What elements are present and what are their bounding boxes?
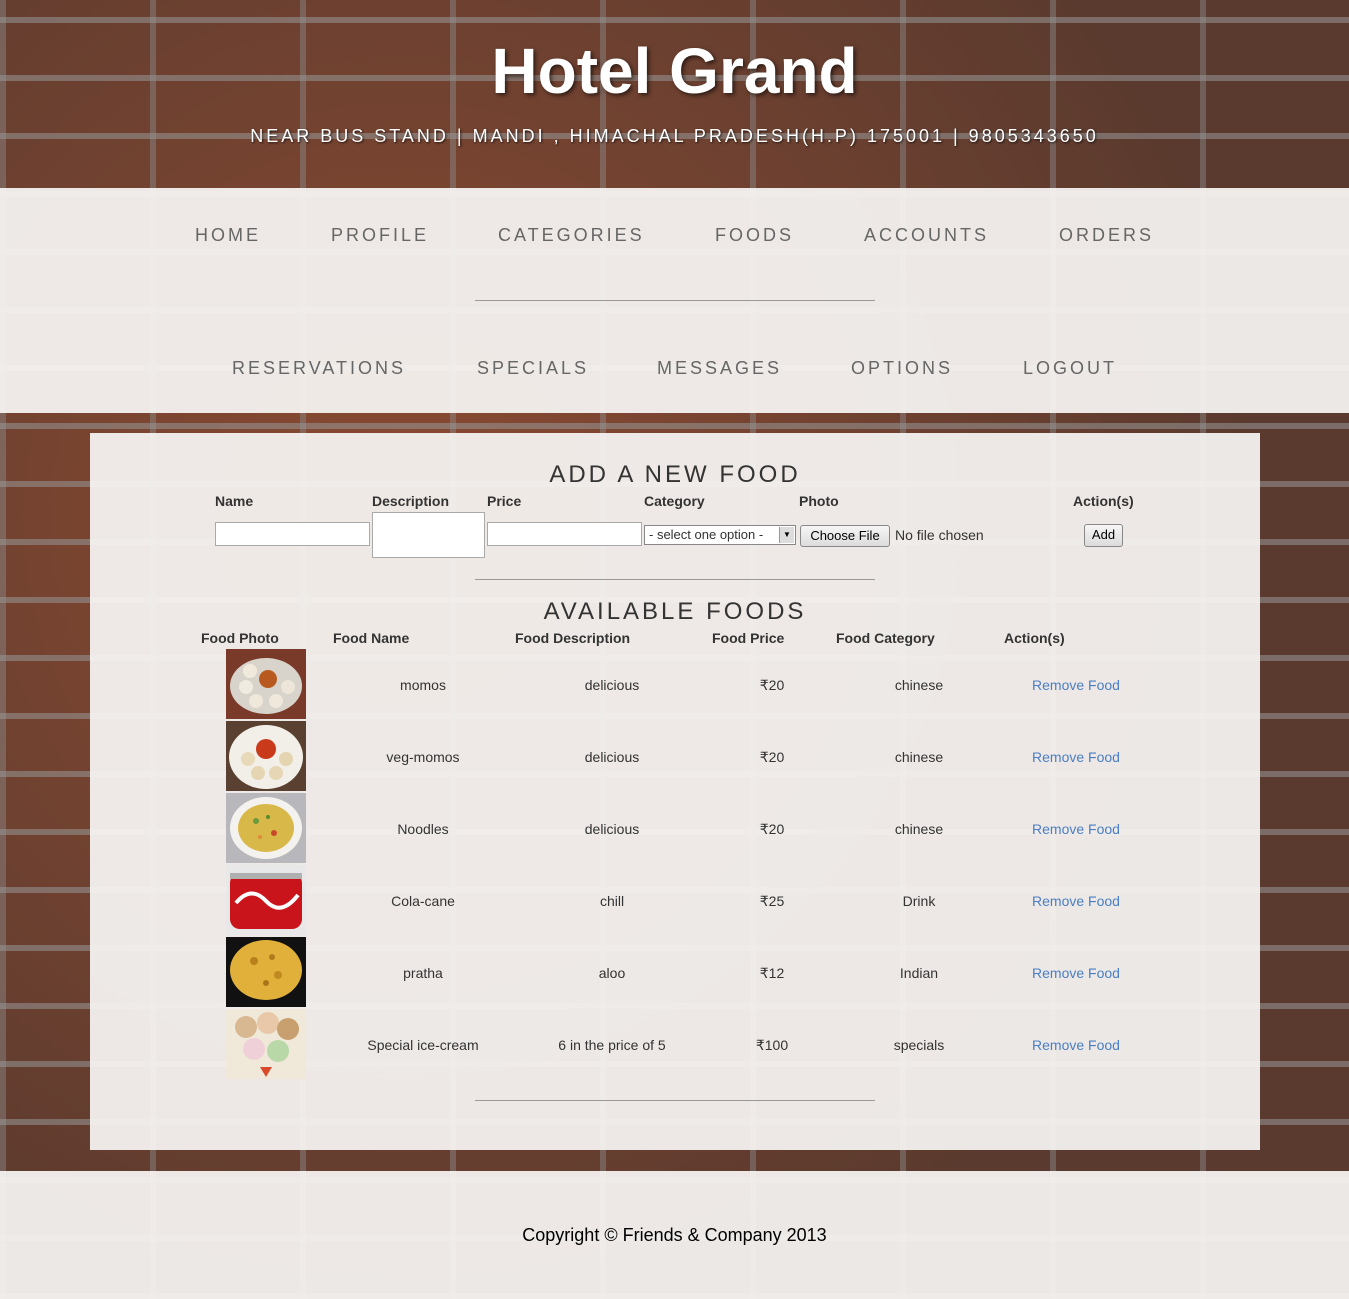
nav-accounts[interactable]: ACCOUNTS xyxy=(864,225,989,246)
header-category: Category xyxy=(644,493,705,509)
add-button[interactable]: Add xyxy=(1084,524,1123,547)
header-food-actions: Action(s) xyxy=(1004,630,1065,646)
section-divider xyxy=(475,579,875,580)
table-row: veg-momos delicious ₹20 chinese Remove F… xyxy=(90,721,1260,793)
description-textarea[interactable] xyxy=(372,512,485,558)
nav-specials[interactable]: SPECIALS xyxy=(477,358,589,379)
food-description: delicious xyxy=(584,821,640,837)
nav-reservations[interactable]: RESERVATIONS xyxy=(232,358,406,379)
name-input[interactable] xyxy=(215,522,370,546)
nav-home[interactable]: HOME xyxy=(195,225,261,246)
nav-profile[interactable]: PROFILE xyxy=(331,225,429,246)
food-description: chill xyxy=(599,893,625,909)
price-input[interactable] xyxy=(487,522,642,546)
food-description: 6 in the price of 5 xyxy=(558,1037,666,1053)
nav-foods[interactable]: FOODS xyxy=(715,225,794,246)
available-foods-title: AVAILABLE FOODS xyxy=(543,598,807,625)
table-row: Noodles delicious ₹20 chinese Remove Foo… xyxy=(90,793,1260,865)
header-food-photo: Food Photo xyxy=(201,630,279,646)
momos-photo xyxy=(226,649,306,719)
food-price: ₹20 xyxy=(759,821,785,837)
site-footer: Copyright © Friends & Company 2013 xyxy=(0,1171,1349,1299)
category-select[interactable]: - select one option - ▼ xyxy=(644,525,796,545)
copyright-text: Copyright © Friends & Company 2013 xyxy=(522,1225,827,1245)
food-category: specials xyxy=(893,1037,945,1053)
section-divider xyxy=(475,1100,875,1101)
remove-food-link[interactable]: Remove Food xyxy=(1032,677,1120,693)
nav-categories[interactable]: CATEGORIES xyxy=(498,225,645,246)
veg-momos-photo xyxy=(226,721,306,791)
header-price: Price xyxy=(487,493,522,509)
table-row: momos delicious ₹20 chinese Remove Food xyxy=(90,649,1260,721)
chevron-down-icon: ▼ xyxy=(779,527,794,543)
main-nav: HOME PROFILE CATEGORIES FOODS ACCOUNTS O… xyxy=(0,188,1349,413)
header-name: Name xyxy=(215,493,254,509)
food-category: chinese xyxy=(894,677,944,693)
remove-food-link[interactable]: Remove Food xyxy=(1032,1037,1120,1053)
remove-food-link[interactable]: Remove Food xyxy=(1032,965,1120,981)
noodles-photo xyxy=(226,793,306,863)
food-name: Cola-cane xyxy=(391,893,455,909)
header-food-name: Food Name xyxy=(333,630,410,646)
food-category: Drink xyxy=(902,893,936,909)
food-description: aloo xyxy=(598,965,626,981)
food-price: ₹100 xyxy=(755,1037,789,1053)
food-price: ₹12 xyxy=(759,965,785,981)
remove-food-link[interactable]: Remove Food xyxy=(1032,821,1120,837)
main-panel: ADD A NEW FOOD Name Description Price Ca… xyxy=(90,433,1260,1150)
food-category: Indian xyxy=(899,965,939,981)
nav-options[interactable]: OPTIONS xyxy=(851,358,953,379)
header-food-category: Food Category xyxy=(836,630,935,646)
table-row: Cola-cane chill ₹25 Drink Remove Food xyxy=(90,865,1260,937)
food-description: delicious xyxy=(584,749,640,765)
category-selected-value: - select one option - xyxy=(649,527,764,542)
header-food-price: Food Price xyxy=(712,630,785,646)
food-name: veg-momos xyxy=(386,749,460,765)
add-food-title: ADD A NEW FOOD xyxy=(549,461,801,488)
header-actions: Action(s) xyxy=(1073,493,1134,509)
header-photo: Photo xyxy=(799,493,839,509)
header-food-description: Food Description xyxy=(515,630,631,646)
site-header: Hotel Grand NEAR BUS STAND | MANDI , HIM… xyxy=(0,0,1349,188)
food-category: chinese xyxy=(894,749,944,765)
food-price: ₹25 xyxy=(759,893,785,909)
site-title: Hotel Grand xyxy=(491,35,858,107)
nav-orders[interactable]: ORDERS xyxy=(1059,225,1154,246)
food-name: Noodles xyxy=(397,821,449,837)
food-name: momos xyxy=(400,677,446,693)
remove-food-link[interactable]: Remove Food xyxy=(1032,749,1120,765)
nav-logout[interactable]: LOGOUT xyxy=(1023,358,1117,379)
file-status: No file chosen xyxy=(895,527,984,543)
choose-file-button[interactable]: Choose File xyxy=(800,525,890,547)
food-description: delicious xyxy=(584,677,640,693)
remove-food-link[interactable]: Remove Food xyxy=(1032,893,1120,909)
food-name: Special ice-cream xyxy=(367,1037,479,1053)
table-row: Special ice-cream 6 in the price of 5 ₹1… xyxy=(90,1009,1260,1081)
nav-divider xyxy=(475,300,875,301)
cola-photo xyxy=(226,865,306,935)
nav-messages[interactable]: MESSAGES xyxy=(657,358,782,379)
food-price: ₹20 xyxy=(759,749,785,765)
pratha-photo xyxy=(226,937,306,1007)
food-category: chinese xyxy=(894,821,944,837)
site-tagline: NEAR BUS STAND | MANDI , HIMACHAL PRADES… xyxy=(250,126,1099,146)
food-name: pratha xyxy=(403,965,443,981)
food-price: ₹20 xyxy=(759,677,785,693)
ice-cream-photo xyxy=(226,1009,306,1079)
table-row: pratha aloo ₹12 Indian Remove Food xyxy=(90,937,1260,1009)
header-description: Description xyxy=(372,493,450,509)
